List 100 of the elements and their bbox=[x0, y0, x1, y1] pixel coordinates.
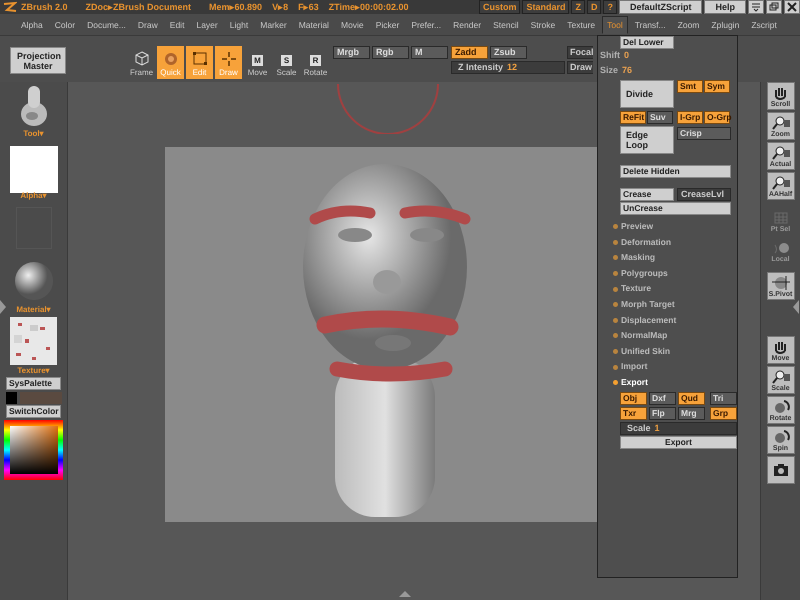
minimize-icon[interactable] bbox=[750, 1, 762, 13]
toggle-button[interactable]: Qud bbox=[678, 392, 705, 405]
toggle-button[interactable]: Crisp bbox=[677, 127, 731, 140]
mode-button[interactable]: R Rotate bbox=[302, 46, 329, 79]
title-bar-button[interactable]: ? bbox=[603, 0, 617, 14]
section-header[interactable]: Deformation bbox=[613, 234, 740, 250]
title-bar-button[interactable]: Custom bbox=[478, 0, 520, 14]
restore-icon[interactable] bbox=[768, 1, 780, 13]
menu-item[interactable]: Stencil bbox=[488, 16, 524, 34]
title-bar-button[interactable]: DefaultZScript bbox=[618, 0, 702, 14]
export-button[interactable]: Export bbox=[620, 436, 737, 449]
uncrease-button[interactable]: UnCrease bbox=[620, 202, 731, 215]
collapse-arrow-icon[interactable] bbox=[398, 590, 412, 598]
toggle-button[interactable]: M bbox=[411, 46, 448, 59]
toggle-button[interactable]: Dxf bbox=[649, 392, 676, 405]
section-header[interactable]: Morph Target bbox=[613, 296, 740, 313]
menu-item[interactable]: Picker bbox=[370, 16, 404, 34]
collapse-arrow-icon[interactable] bbox=[793, 300, 799, 314]
close-icon[interactable] bbox=[786, 1, 798, 13]
section-header[interactable]: NormalMap bbox=[613, 328, 740, 344]
menu-item[interactable]: Stroke bbox=[526, 16, 560, 34]
menu-item[interactable]: Transf... bbox=[630, 16, 671, 34]
cube-icon bbox=[132, 50, 150, 67]
section-header[interactable]: Unified Skin bbox=[613, 344, 740, 360]
title-bar-button[interactable]: Standard bbox=[522, 0, 570, 14]
bullet-icon bbox=[613, 286, 618, 292]
toggle-button[interactable]: Tri bbox=[710, 392, 737, 405]
material-menu-button[interactable]: Material▾ bbox=[16, 305, 51, 315]
alpha-menu-button[interactable]: Alpha▾ bbox=[20, 191, 47, 201]
section-header[interactable]: Texture bbox=[613, 281, 740, 297]
toggle-button[interactable]: Zadd bbox=[451, 46, 488, 59]
secondary-color-swatch[interactable] bbox=[20, 392, 62, 404]
menu-item[interactable]: Render bbox=[448, 16, 486, 34]
section-header[interactable]: Masking bbox=[613, 250, 740, 266]
toggle-button[interactable]: Smt bbox=[677, 80, 703, 93]
tool-menu-button[interactable]: Tool▾ bbox=[23, 129, 44, 139]
section-header[interactable]: Displacement bbox=[613, 312, 740, 328]
value-field[interactable]: Scale 1 bbox=[620, 422, 737, 435]
menu-item[interactable]: Edit bbox=[164, 16, 190, 34]
dimmed-value-text: Size 76 bbox=[600, 65, 632, 77]
shelf-button[interactable] bbox=[766, 456, 794, 484]
toggle-button[interactable]: Suv bbox=[647, 111, 673, 124]
color-picker[interactable] bbox=[4, 420, 63, 480]
section-header[interactable]: Polygroups bbox=[613, 266, 740, 282]
del-lower-button[interactable]: Del Lower bbox=[620, 36, 674, 49]
menu-item[interactable]: Material bbox=[294, 16, 334, 34]
texture-menu-button[interactable]: Texture▾ bbox=[17, 366, 50, 376]
menu-item[interactable]: Light bbox=[224, 16, 254, 34]
alpha-thumbnail[interactable] bbox=[10, 146, 58, 193]
menu-item[interactable]: Alpha bbox=[16, 16, 48, 34]
menu-item[interactable]: Movie bbox=[336, 16, 369, 34]
section-header[interactable]: Export bbox=[613, 374, 740, 391]
menu-item[interactable]: Color bbox=[50, 16, 80, 34]
material-sphere-drawing[interactable] bbox=[14, 261, 54, 301]
delete-hidden-button[interactable]: Delete Hidden bbox=[620, 165, 731, 178]
key-letter: R bbox=[310, 55, 321, 66]
value-field[interactable]: Focal bbox=[567, 46, 593, 59]
title-bar-button[interactable]: D bbox=[586, 0, 602, 14]
menu-item[interactable]: Zscript bbox=[746, 16, 782, 34]
value-field[interactable]: Draw bbox=[567, 61, 593, 74]
menu-item[interactable]: Prefer... bbox=[406, 16, 446, 34]
camera-icon bbox=[772, 462, 790, 478]
switch-color-button[interactable]: SwitchColor bbox=[6, 405, 61, 418]
menu-item[interactable]: Docume... bbox=[82, 16, 131, 34]
section-header[interactable]: Preview bbox=[613, 219, 740, 235]
toggle-button[interactable]: Zsub bbox=[490, 46, 527, 59]
toggle-button[interactable]: Obj bbox=[620, 392, 647, 405]
toggle-button[interactable]: Sym bbox=[704, 80, 730, 93]
bullet-icon bbox=[613, 364, 618, 370]
value-field[interactable]: CreaseLvl bbox=[677, 188, 731, 201]
menu-item[interactable]: Layer bbox=[191, 16, 223, 34]
title-bar-button[interactable]: Z bbox=[571, 0, 585, 14]
menu-item[interactable]: Draw bbox=[132, 16, 163, 34]
projection-master-button[interactable]: Projection Master bbox=[10, 47, 66, 74]
toggle-button[interactable]: I-Grp bbox=[677, 111, 703, 124]
collapse-arrow-icon[interactable] bbox=[0, 300, 6, 314]
value-field[interactable]: Z Intensity 12 bbox=[451, 61, 565, 74]
menu-item[interactable]: Zoom bbox=[672, 16, 704, 34]
toggle-button[interactable]: Mrg bbox=[678, 406, 705, 420]
mode-button[interactable]: Frame bbox=[128, 46, 155, 79]
texture-thumbnail[interactable] bbox=[10, 317, 57, 365]
menu-item[interactable]: Texture bbox=[562, 16, 600, 34]
sys-palette-button[interactable]: SysPalette bbox=[6, 377, 61, 390]
menu-item[interactable]: Zplugin bbox=[706, 16, 744, 34]
menu-item[interactable]: Marker bbox=[255, 16, 292, 34]
menu-item[interactable]: Tool bbox=[602, 16, 628, 34]
mode-button[interactable]: S Scale bbox=[273, 46, 300, 79]
toggle-button[interactable]: Txr bbox=[620, 406, 647, 420]
crease-button[interactable]: Crease bbox=[620, 188, 674, 201]
mode-button[interactable]: M Move bbox=[244, 46, 271, 79]
section-header[interactable]: Import bbox=[613, 359, 740, 375]
toggle-button[interactable]: ReFit bbox=[620, 111, 646, 124]
toggle-button[interactable]: Mrgb bbox=[333, 46, 370, 59]
toggle-button[interactable]: Grp bbox=[710, 406, 737, 420]
toggle-button[interactable]: Rgb bbox=[372, 46, 409, 59]
edge-loop-button[interactable]: Edge Loop bbox=[620, 126, 674, 154]
divide-button[interactable]: Divide bbox=[620, 80, 674, 108]
toggle-button[interactable]: Flp bbox=[649, 406, 676, 420]
primary-color-swatch[interactable] bbox=[6, 392, 16, 404]
title-bar-button[interactable]: Help bbox=[704, 0, 746, 14]
